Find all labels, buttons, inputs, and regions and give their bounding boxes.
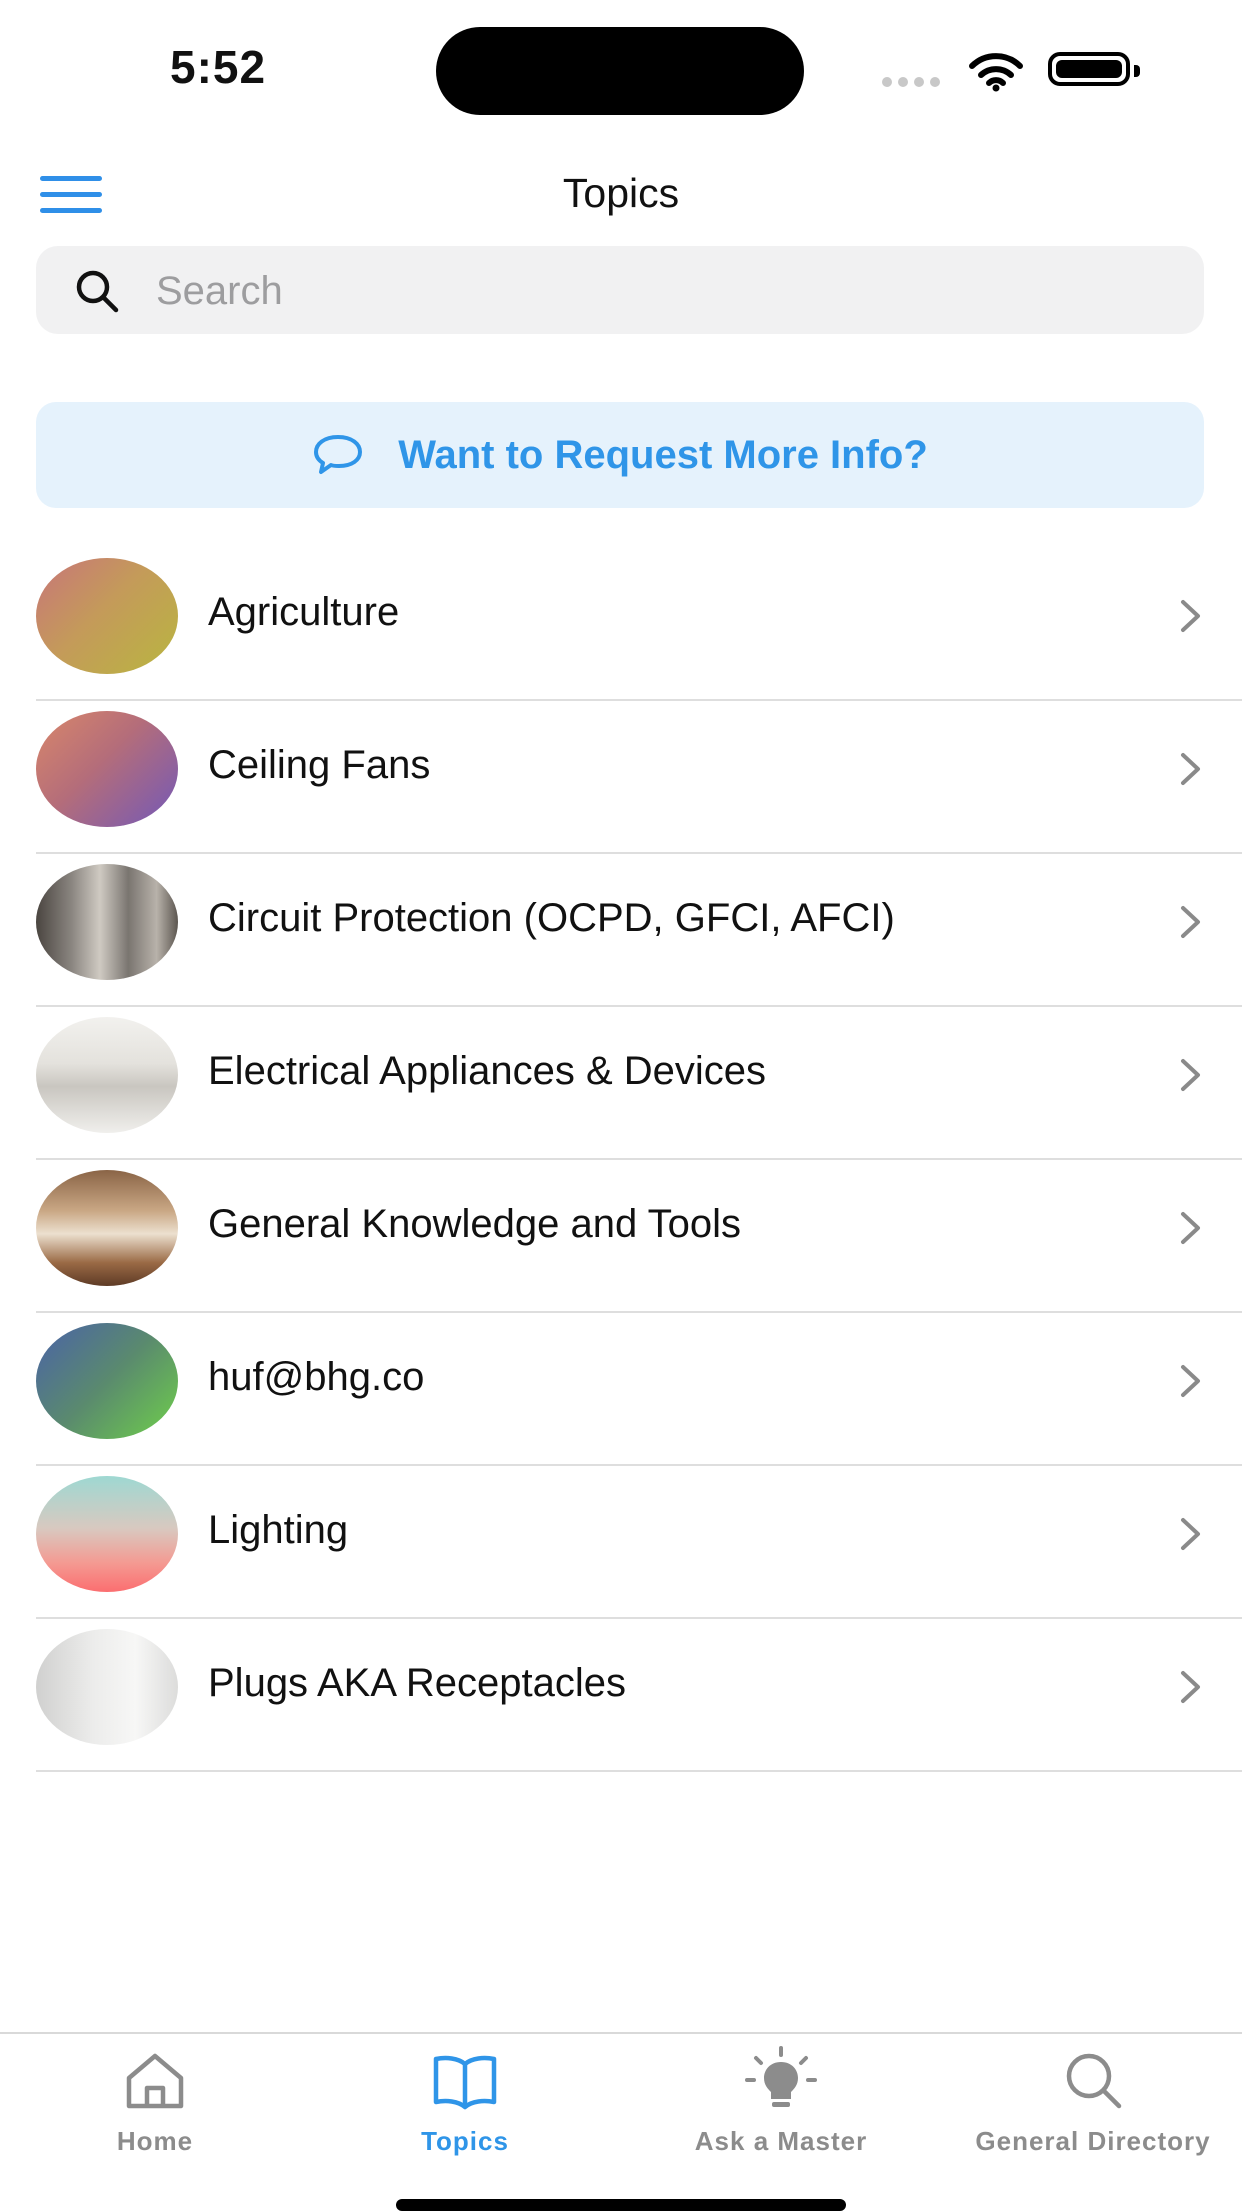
tab-label: Ask a Master xyxy=(694,2126,868,2156)
topic-image-electrical-appliances xyxy=(36,1017,178,1133)
topic-label: Electrical Appliances & Devices xyxy=(208,1049,767,1093)
topic-row-lighting[interactable]: Lighting xyxy=(0,1466,1242,1619)
home-indicator xyxy=(396,2199,846,2211)
topic-image-general-knowledge xyxy=(36,1170,178,1286)
chevron-right-icon xyxy=(1181,1365,1200,1397)
topic-row-electrical-appliances[interactable]: Electrical Appliances & Devices xyxy=(0,1007,1242,1160)
topic-image-agriculture xyxy=(36,558,178,674)
chevron-right-icon xyxy=(1181,1212,1200,1244)
chevron-right-icon xyxy=(1181,1518,1200,1550)
topic-label: Lighting xyxy=(208,1508,349,1552)
topic-row-general-knowledge[interactable]: General Knowledge and Tools xyxy=(0,1160,1242,1313)
chevron-right-icon xyxy=(1181,753,1200,785)
book-icon xyxy=(433,2055,497,2110)
status-time: 5:52 xyxy=(170,41,267,93)
tab-bar: Home Topics Ask a Master General Directo… xyxy=(0,2032,1242,2210)
topic-label: Ceiling Fans xyxy=(208,743,431,787)
request-more-info-label: Want to Request More Info? xyxy=(398,432,928,477)
tab-general-directory[interactable]: General Directory xyxy=(938,2044,1242,2164)
tab-topics[interactable]: Topics xyxy=(310,2044,620,2164)
topic-label: General Knowledge and Tools xyxy=(208,1202,741,1246)
status-bar: 5:52 xyxy=(0,0,1242,140)
topic-row-agriculture[interactable]: Agriculture xyxy=(0,548,1242,701)
home-icon xyxy=(126,2053,184,2109)
cellular-signal-icon xyxy=(882,74,946,92)
navigation-bar: Topics xyxy=(0,150,1242,240)
topic-label: huf@bhg.co xyxy=(208,1355,425,1399)
row-divider xyxy=(36,1770,1242,1772)
topic-label: Plugs AKA Receptacles xyxy=(208,1661,627,1705)
chevron-right-icon xyxy=(1181,1671,1200,1703)
search-input[interactable] xyxy=(154,246,1178,336)
request-more-info-button[interactable]: Want to Request More Info? xyxy=(36,402,1204,508)
topic-row-huf-bhg[interactable]: huf@bhg.co xyxy=(0,1313,1242,1466)
tab-label: Topics xyxy=(421,2126,509,2156)
dynamic-island xyxy=(436,27,804,115)
search-bar xyxy=(36,246,1204,336)
search-icon xyxy=(76,270,119,313)
chat-bubble-icon xyxy=(314,435,363,474)
chevron-right-icon xyxy=(1181,600,1200,632)
chevron-right-icon xyxy=(1181,1059,1200,1091)
tab-home[interactable]: Home xyxy=(0,2044,310,2164)
tab-label: Home xyxy=(116,2126,194,2156)
lightbulb-icon xyxy=(745,2046,817,2107)
topic-row-plugs-receptacles[interactable]: Plugs AKA Receptacles xyxy=(0,1619,1242,1772)
topic-label: Agriculture xyxy=(208,590,400,634)
search-icon xyxy=(1066,2053,1122,2109)
topic-row-ceiling-fans[interactable]: Ceiling Fans xyxy=(0,701,1242,854)
tab-label: General Directory xyxy=(975,2126,1211,2156)
wifi-icon xyxy=(969,53,1023,92)
topic-image-plugs-receptacles xyxy=(36,1629,178,1745)
topic-image-ceiling-fans xyxy=(36,711,178,827)
chevron-right-icon xyxy=(1181,906,1200,938)
topic-image-lighting xyxy=(36,1476,178,1592)
tab-ask-a-master[interactable]: Ask a Master xyxy=(626,2044,936,2164)
page-title: Topics xyxy=(562,170,680,216)
topics-list: Agriculture Ceiling Fans Circuit Protect… xyxy=(0,548,1242,1772)
battery-icon xyxy=(1048,52,1140,86)
topic-image-huf-bhg xyxy=(36,1323,178,1439)
topic-label: Circuit Protection (OCPD, GFCI, AFCI) xyxy=(208,896,895,940)
topic-row-circuit-protection[interactable]: Circuit Protection (OCPD, GFCI, AFCI) xyxy=(0,854,1242,1007)
topic-image-circuit-protection xyxy=(36,864,178,980)
